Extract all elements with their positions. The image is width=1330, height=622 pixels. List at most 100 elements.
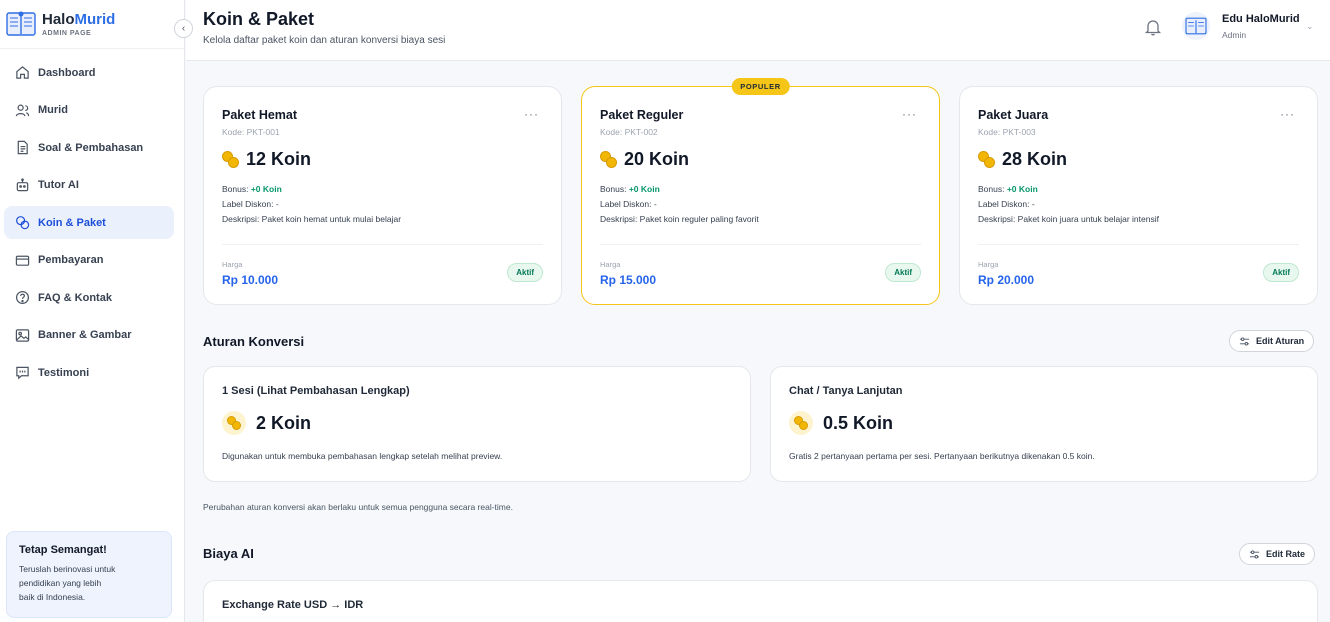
book-logo-icon xyxy=(6,11,36,36)
package-details: Bonus: +0 Koin Label Diskon: - Deskripsi… xyxy=(600,182,921,227)
sidebar-item-soal-pembahasan[interactable]: Soal & Pembahasan xyxy=(4,131,174,164)
sidebar-item-tutor-ai[interactable]: Tutor AI xyxy=(4,169,174,202)
rule-koin: 2 Koin xyxy=(222,411,732,435)
package-bonus: +0 Koin xyxy=(1006,184,1038,194)
conversion-note: Perubahan aturan konversi akan berlaku u… xyxy=(203,502,513,512)
edit-rate-button[interactable]: Edit Rate xyxy=(1239,543,1316,565)
sliders-icon xyxy=(1239,336,1250,346)
coin-icon xyxy=(222,150,240,169)
brand-subtitle: ADMIN PAGE xyxy=(42,29,92,37)
sidebar-item-koin-paket[interactable]: Koin & Paket xyxy=(4,206,174,239)
price-label: Harga xyxy=(600,260,621,269)
sidebar-item-faq-kontak[interactable]: FAQ & Kontak xyxy=(4,281,174,314)
conversion-rule-card: Chat / Tanya Lanjutan 0.5 Koin Gratis 2 … xyxy=(770,366,1318,482)
sidebar-item-label: Banner & Gambar xyxy=(38,329,132,341)
promo-card: Tetap Semangat! Teruslah berinovasi untu… xyxy=(6,531,172,618)
image-icon xyxy=(14,327,30,343)
package-discount: Label Diskon: - xyxy=(222,199,279,209)
brand[interactable]: HaloMurid ADMIN PAGE ‹ xyxy=(0,0,193,49)
package-bonus: +0 Koin xyxy=(250,184,282,194)
package-koin: 20 Koin xyxy=(600,149,921,170)
sidebar-item-banner-gambar[interactable]: Banner & Gambar xyxy=(4,319,174,352)
rule-koin-value: 0.5 Koin xyxy=(823,412,894,433)
sidebar-item-dashboard[interactable]: Dashboard xyxy=(4,56,174,89)
sidebar-item-pembayaran[interactable]: Pembayaran xyxy=(4,244,174,277)
page-subtitle: Kelola daftar paket koin dan aturan konv… xyxy=(203,35,446,46)
package-card[interactable]: Paket Hemat Kode: PKT-001 ··· 12 Koin Bo… xyxy=(203,86,562,305)
package-details: Bonus: +0 Koin Label Diskon: - Deskripsi… xyxy=(222,182,543,227)
bell-icon[interactable] xyxy=(1144,18,1162,36)
package-code: Kode: PKT-003 xyxy=(978,127,1036,137)
package-koin-value: 28 Koin xyxy=(1002,149,1068,169)
home-icon xyxy=(14,65,30,81)
package-description: Deskripsi: Paket koin juara untuk belaja… xyxy=(978,214,1159,224)
package-name: Paket Hemat xyxy=(222,108,298,122)
package-card[interactable]: Paket Juara Kode: PKT-003 ··· 28 Koin Bo… xyxy=(959,86,1318,305)
sidebar: HaloMurid ADMIN PAGE ‹ Dashboard Murid S… xyxy=(0,0,193,622)
edit-rate-label: Edit Rate xyxy=(1266,549,1306,559)
package-name: Paket Reguler xyxy=(600,108,684,122)
more-menu-icon[interactable]: ··· xyxy=(1280,107,1295,121)
package-details: Bonus: +0 Koin Label Diskon: - Deskripsi… xyxy=(978,182,1299,227)
package-card-popular[interactable]: POPULER Paket Reguler Kode: PKT-002 ··· … xyxy=(581,78,940,305)
coin-icon xyxy=(789,411,813,435)
package-description: Deskripsi: Paket koin hemat untuk mulai … xyxy=(222,214,402,224)
sidebar-item-label: FAQ & Kontak xyxy=(38,291,112,304)
sidebar-item-label: Murid xyxy=(38,104,68,116)
status-badge: Aktif xyxy=(1263,263,1299,282)
sidebar-item-label: Tutor AI xyxy=(38,179,79,191)
package-koin-value: 12 Koin xyxy=(246,149,312,169)
user-name[interactable]: Edu HaloMurid xyxy=(1222,13,1300,25)
avatar[interactable] xyxy=(1182,12,1210,40)
status-badge: Aktif xyxy=(885,263,921,282)
sidebar-item-testimoni[interactable]: Testimoni xyxy=(4,356,174,389)
collapse-sidebar-button[interactable]: ‹ xyxy=(174,19,193,38)
exchange-rate-card: Exchange Rate USD → IDR xyxy=(203,580,1318,622)
users-icon xyxy=(14,102,30,118)
coin-icon xyxy=(600,150,618,169)
package-name: Paket Juara xyxy=(978,108,1049,122)
package-price: Rp 10.000 xyxy=(222,273,279,287)
divider xyxy=(600,244,921,245)
price-label: Harga xyxy=(978,260,999,269)
card-icon xyxy=(14,252,30,268)
sidebar-nav: Dashboard Murid Soal & Pembahasan Tutor … xyxy=(0,49,184,389)
more-menu-icon[interactable]: ··· xyxy=(524,107,539,121)
coin-icon xyxy=(978,150,996,169)
rule-description: Digunakan untuk membuka pembahasan lengk… xyxy=(222,451,503,461)
sidebar-item-label: Soal & Pembahasan xyxy=(38,141,144,154)
robot-icon xyxy=(14,177,30,193)
book-avatar-icon xyxy=(1185,17,1207,35)
document-icon xyxy=(14,140,30,156)
rule-description: Gratis 2 pertanyaan pertama per sesi. Pe… xyxy=(789,451,1095,461)
coins-icon xyxy=(14,215,30,231)
promo-title: Tetap Semangat! xyxy=(19,544,107,556)
package-discount: Label Diskon: - xyxy=(600,199,657,209)
edit-rules-button[interactable]: Edit Aturan xyxy=(1229,330,1315,352)
edit-rules-label: Edit Aturan xyxy=(1256,336,1305,346)
help-icon xyxy=(14,290,30,306)
rule-title: 1 Sesi (Lihat Pembahasan Lengkap) xyxy=(222,385,410,397)
more-menu-icon[interactable]: ··· xyxy=(902,107,917,121)
chat-icon xyxy=(14,365,30,381)
divider xyxy=(222,244,543,245)
chevron-down-icon[interactable]: ⌄ xyxy=(1306,21,1314,32)
package-discount: Label Diskon: - xyxy=(978,199,1035,209)
package-price: Rp 15.000 xyxy=(600,273,657,287)
sidebar-item-murid[interactable]: Murid xyxy=(4,94,174,127)
package-koin: 12 Koin xyxy=(222,149,543,170)
rule-koin-value: 2 Koin xyxy=(256,412,312,433)
user-role: Admin xyxy=(1222,30,1247,40)
package-description: Deskripsi: Paket koin reguler paling fav… xyxy=(600,214,759,224)
rule-title: Chat / Tanya Lanjutan xyxy=(789,385,903,397)
status-badge: Aktif xyxy=(507,263,543,282)
package-code: Kode: PKT-002 xyxy=(600,127,658,137)
exchange-rate-title: Exchange Rate USD → IDR xyxy=(222,599,364,611)
coin-icon xyxy=(222,411,246,435)
conversion-rule-card: 1 Sesi (Lihat Pembahasan Lengkap) 2 Koin… xyxy=(203,366,751,482)
package-bonus: +0 Koin xyxy=(628,184,660,194)
divider xyxy=(978,244,1299,245)
sidebar-item-label: Pembayaran xyxy=(38,254,104,266)
sidebar-item-label: Koin & Paket xyxy=(38,216,106,229)
chevron-left-icon: ‹ xyxy=(181,23,186,34)
